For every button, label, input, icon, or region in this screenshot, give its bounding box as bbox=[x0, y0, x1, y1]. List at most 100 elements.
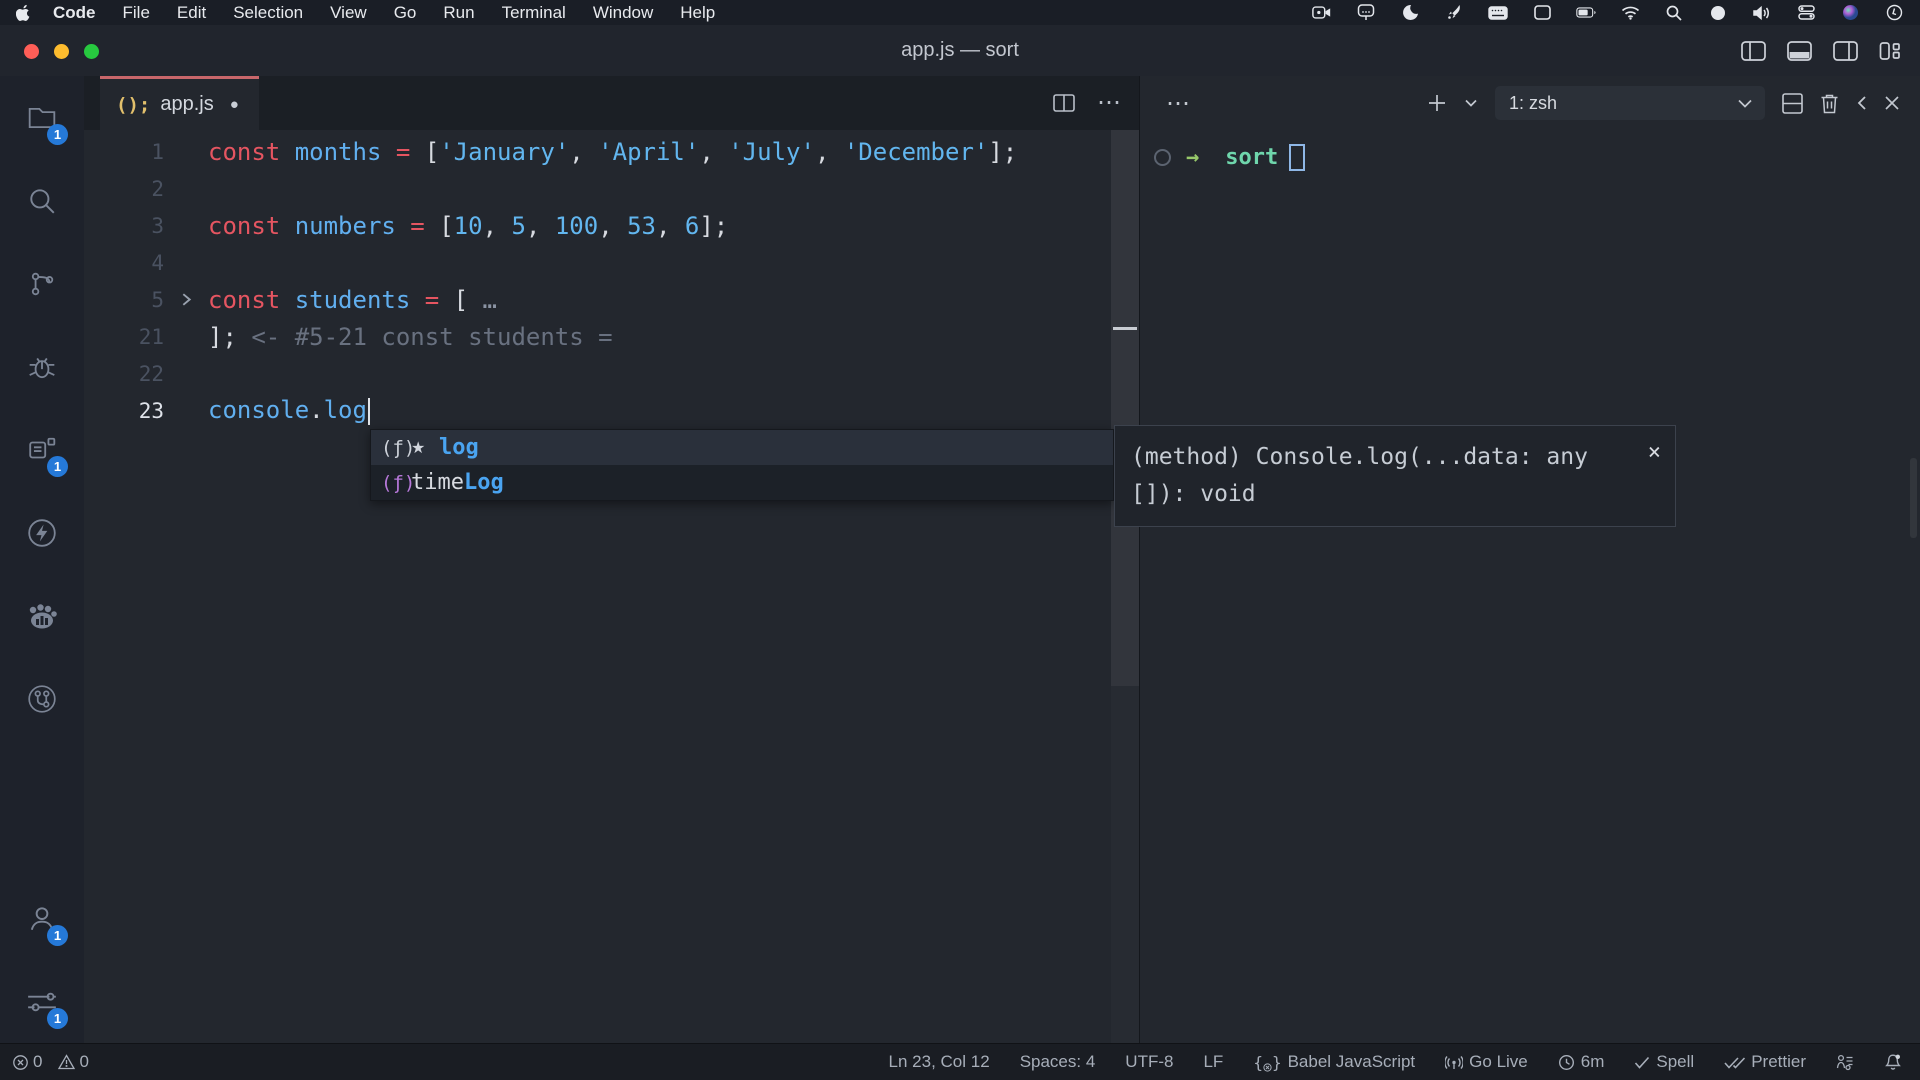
terminal-tab-select[interactable]: 1: zsh bbox=[1495, 86, 1765, 120]
editor-more-actions-icon[interactable]: ⋯ bbox=[1097, 91, 1121, 115]
new-terminal-icon[interactable] bbox=[1427, 93, 1447, 113]
go-live-label: Go Live bbox=[1469, 1052, 1528, 1072]
moon-icon[interactable] bbox=[1400, 5, 1420, 21]
menu-item-file[interactable]: File bbox=[123, 3, 150, 23]
rocket-icon[interactable] bbox=[1444, 5, 1464, 21]
unsaved-dot-icon[interactable]: ● bbox=[230, 96, 239, 113]
settings-icon[interactable]: 1 bbox=[0, 960, 84, 1043]
double-check-icon bbox=[1724, 1056, 1745, 1069]
menu-item-help[interactable]: Help bbox=[680, 3, 715, 23]
window-icon[interactable] bbox=[1532, 5, 1552, 21]
menu-item-code[interactable]: Code bbox=[53, 3, 96, 23]
braces-icon: {} bbox=[1253, 1053, 1281, 1072]
thunder-client-icon[interactable] bbox=[0, 491, 84, 574]
editor-scrollbar-slider[interactable] bbox=[1111, 130, 1139, 686]
split-editor-icon[interactable] bbox=[1053, 94, 1075, 112]
volume-icon[interactable] bbox=[1752, 5, 1772, 21]
spell-checker-status[interactable]: Spell bbox=[1634, 1052, 1694, 1072]
terminal-prompt-row: → sort bbox=[1154, 142, 1920, 172]
prompt-arrow-icon: → bbox=[1186, 145, 1199, 170]
toggle-primary-sidebar-icon[interactable] bbox=[1741, 41, 1766, 61]
line-number: 22 bbox=[84, 362, 164, 386]
apple-menu-icon[interactable] bbox=[16, 4, 31, 21]
terminal-scrollbar[interactable] bbox=[1910, 458, 1917, 538]
record-icon[interactable] bbox=[1708, 5, 1728, 21]
run-debug-icon[interactable] bbox=[0, 325, 84, 408]
close-panel-icon[interactable] bbox=[1884, 95, 1900, 111]
menu-item-view[interactable]: View bbox=[330, 3, 367, 23]
split-terminal-icon[interactable] bbox=[1782, 93, 1803, 114]
macos-menubar: Code File Edit Selection View Go Run Terminal Wi… bbox=[0, 0, 1920, 25]
siri-icon[interactable] bbox=[1840, 5, 1860, 21]
code-line-content: const students = [ … bbox=[208, 286, 497, 314]
panel-more-actions-icon[interactable]: ⋯ bbox=[1166, 89, 1190, 118]
timer-status[interactable]: 6m bbox=[1558, 1052, 1605, 1072]
keyboard-icon[interactable] bbox=[1488, 5, 1508, 21]
clock-icon[interactable] bbox=[1884, 5, 1904, 21]
language-mode[interactable]: {} Babel JavaScript bbox=[1253, 1052, 1415, 1072]
problems-errors[interactable]: 0 bbox=[12, 1052, 42, 1072]
terminal-body[interactable]: → sort bbox=[1140, 130, 1920, 1043]
timer-label: 6m bbox=[1581, 1052, 1605, 1072]
eol-sequence[interactable]: LF bbox=[1203, 1052, 1223, 1072]
command-decoration-icon[interactable] bbox=[1154, 149, 1171, 166]
explorer-icon[interactable]: 1 bbox=[0, 76, 84, 159]
new-terminal-dropdown-icon[interactable] bbox=[1464, 98, 1478, 108]
wifi-icon[interactable] bbox=[1620, 5, 1640, 21]
battery-icon[interactable] bbox=[1576, 5, 1596, 21]
close-icon[interactable]: × bbox=[1648, 434, 1661, 471]
kill-terminal-icon[interactable] bbox=[1820, 93, 1839, 114]
go-live-button[interactable]: Go Live bbox=[1445, 1052, 1528, 1072]
indentation[interactable]: Spaces: 4 bbox=[1020, 1052, 1096, 1072]
toggle-panel-icon[interactable] bbox=[1787, 41, 1812, 61]
screen-share-icon[interactable] bbox=[1356, 5, 1376, 21]
search-icon[interactable] bbox=[1664, 5, 1684, 21]
suggestion-item[interactable]: (ƒ)★log bbox=[371, 430, 1113, 465]
video-icon[interactable] bbox=[1312, 5, 1332, 21]
spaces-label: Spaces: 4 bbox=[1020, 1052, 1096, 1072]
control-center-icon[interactable] bbox=[1796, 5, 1816, 21]
code-line-21: 21]; <- #5-21 const students = bbox=[84, 318, 1139, 355]
error-icon bbox=[12, 1054, 29, 1071]
search-view-icon[interactable] bbox=[0, 159, 84, 242]
menu-item-window[interactable]: Window bbox=[593, 3, 653, 23]
explorer-badge: 1 bbox=[47, 124, 68, 145]
suggestion-item[interactable]: (ƒ)timeLog bbox=[371, 465, 1113, 500]
menu-item-selection[interactable]: Selection bbox=[233, 3, 303, 23]
editor-group: (); app.js ● ⋯ 1const months = ['January… bbox=[84, 76, 1139, 1043]
chevron-left-icon[interactable] bbox=[1856, 95, 1867, 111]
overview-cursor-marker bbox=[1113, 327, 1137, 330]
extensions-icon[interactable]: 1 bbox=[0, 408, 84, 491]
suggest-widget: (ƒ)★log(ƒ)timeLog bbox=[370, 429, 1114, 501]
extensions-badge: 1 bbox=[47, 456, 68, 477]
menu-item-terminal[interactable]: Terminal bbox=[502, 3, 566, 23]
problems-warnings[interactable]: 0 bbox=[58, 1052, 88, 1072]
source-control-icon[interactable] bbox=[0, 242, 84, 325]
code-stats-paw-icon[interactable] bbox=[0, 574, 84, 657]
tooltip-line-1: (method) Console.log(...data: any bbox=[1131, 439, 1659, 476]
accessibility-status[interactable] bbox=[1836, 1054, 1854, 1071]
prettier-status[interactable]: Prettier bbox=[1724, 1052, 1806, 1072]
toggle-secondary-sidebar-icon[interactable] bbox=[1833, 41, 1858, 61]
menu-item-go[interactable]: Go bbox=[394, 3, 417, 23]
fold-chevron-icon[interactable] bbox=[164, 291, 208, 308]
cursor-position[interactable]: Ln 23, Col 12 bbox=[889, 1052, 990, 1072]
javascript-file-icon: (); bbox=[116, 94, 150, 116]
code-line-5: 5 const students = [ … bbox=[84, 281, 1139, 318]
line-number: 5 bbox=[84, 288, 164, 312]
tab-appjs[interactable]: (); app.js ● bbox=[100, 76, 259, 130]
git-graph-icon[interactable] bbox=[0, 657, 84, 740]
notifications-bell[interactable] bbox=[1884, 1053, 1902, 1071]
menu-item-run[interactable]: Run bbox=[443, 3, 474, 23]
editor-scrollbar[interactable] bbox=[1111, 130, 1139, 1043]
window-title: app.js — sort bbox=[0, 25, 1920, 76]
menu-item-edit[interactable]: Edit bbox=[177, 3, 206, 23]
encoding[interactable]: UTF-8 bbox=[1125, 1052, 1173, 1072]
customize-layout-icon[interactable] bbox=[1879, 41, 1902, 61]
code-editor[interactable]: 1const months = ['January', 'April', 'Ju… bbox=[84, 130, 1139, 1043]
terminal-panel: ⋯ 1: zsh → sort bbox=[1139, 76, 1920, 1043]
warning-icon bbox=[58, 1054, 75, 1070]
terminal-command: sort bbox=[1225, 145, 1278, 170]
terminal-header: ⋯ 1: zsh bbox=[1140, 76, 1920, 130]
accounts-icon[interactable]: 1 bbox=[0, 877, 84, 960]
